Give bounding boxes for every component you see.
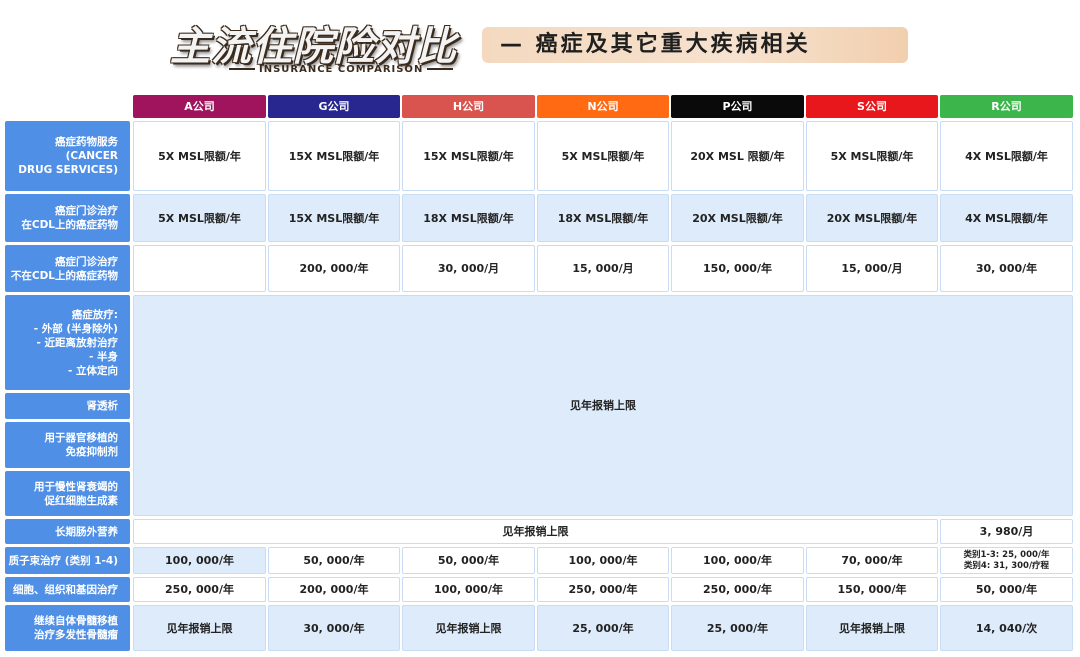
page-header: 主流住院险对比 INSURANCE COMPARISON — 癌症及其它重大疾病… bbox=[0, 0, 1080, 90]
cell-r3-a bbox=[133, 245, 266, 292]
row-label-proton-therapy: 质子束治疗 (类别 1-4) bbox=[5, 547, 130, 574]
row-label-cell-tissue-gene: 细胞、组织和基因治疗 bbox=[5, 577, 130, 602]
cell-r11-g: 30, 000/年 bbox=[268, 605, 400, 651]
company-header-a: A公司 bbox=[133, 95, 266, 118]
cell-r3-p: 150, 000/年 bbox=[671, 245, 804, 292]
section-banner: — 癌症及其它重大疾病相关 bbox=[482, 27, 908, 63]
company-header-r: R公司 bbox=[940, 95, 1073, 118]
cell-r11-n: 25, 000/年 bbox=[537, 605, 669, 651]
page-subtitle-english: INSURANCE COMPARISON bbox=[225, 64, 440, 76]
cell-r3-n: 15, 000/月 bbox=[537, 245, 669, 292]
cell-r10-g: 200, 000/年 bbox=[268, 577, 400, 602]
cell-r9-r: 类别1-3: 25, 000/年 类别4: 31, 300/疗程 bbox=[940, 547, 1073, 574]
row-label-dialysis: 肾透析 bbox=[5, 393, 130, 419]
cell-r2-s: 20X MSL限额/年 bbox=[806, 194, 938, 242]
cell-r11-p: 25, 000/年 bbox=[671, 605, 804, 651]
cell-r10-s: 150, 000/年 bbox=[806, 577, 938, 602]
cell-r1-h: 15X MSL限额/年 bbox=[402, 121, 535, 191]
row-label-cancer-outpatient-cdl: 癌症门诊治疗 在CDL上的癌症药物 bbox=[5, 194, 130, 242]
cell-r1-g: 15X MSL限额/年 bbox=[268, 121, 400, 191]
cell-r3-r: 30, 000/年 bbox=[940, 245, 1073, 292]
cell-r10-r: 50, 000/年 bbox=[940, 577, 1073, 602]
cell-r9-a: 100, 000/年 bbox=[133, 547, 266, 574]
cell-r2-r: 4X MSL限额/年 bbox=[940, 194, 1073, 242]
company-header-p: P公司 bbox=[671, 95, 804, 118]
cell-r10-a: 250, 000/年 bbox=[133, 577, 266, 602]
page-title: 主流住院险对比 bbox=[170, 24, 457, 70]
cell-r8-r: 3, 980/月 bbox=[940, 519, 1073, 544]
cell-r9-h: 50, 000/年 bbox=[402, 547, 535, 574]
cell-r2-n: 18X MSL限额/年 bbox=[537, 194, 669, 242]
company-header-n: N公司 bbox=[537, 95, 669, 118]
company-header-s: S公司 bbox=[806, 95, 938, 118]
cell-r9-p: 100, 000/年 bbox=[671, 547, 804, 574]
cell-r9-r-line2: 类别4: 31, 300/疗程 bbox=[963, 560, 1050, 571]
cell-r10-n: 250, 000/年 bbox=[537, 577, 669, 602]
merged-cell-r8: 见年报销上限 bbox=[133, 519, 938, 544]
cell-r11-r: 14, 040/次 bbox=[940, 605, 1073, 651]
cell-r1-s: 5X MSL限额/年 bbox=[806, 121, 938, 191]
row-label-cancer-drug-services: 癌症药物服务 (CANCER DRUG SERVICES) bbox=[5, 121, 130, 191]
cell-r3-s: 15, 000/月 bbox=[806, 245, 938, 292]
row-label-autologous-bone-marrow: 继续自体骨髓移植 治疗多发性骨髓瘤 bbox=[5, 605, 130, 651]
cell-r10-p: 250, 000/年 bbox=[671, 577, 804, 602]
cell-r1-r: 4X MSL限额/年 bbox=[940, 121, 1073, 191]
row-label-cancer-radiotherapy: 癌症放疗: - 外部 (半身除外) - 近距离放射治疗 - 半身 - 立体定向 bbox=[5, 295, 130, 390]
row-label-erythropoietin: 用于慢性肾衰竭的 促红细胞生成素 bbox=[5, 471, 130, 516]
cell-r9-g: 50, 000/年 bbox=[268, 547, 400, 574]
company-header-g: G公司 bbox=[268, 95, 400, 118]
cell-r3-h: 30, 000/月 bbox=[402, 245, 535, 292]
row-label-cancer-outpatient-non-cdl: 癌症门诊治疗 不在CDL上的癌症药物 bbox=[5, 245, 130, 292]
cell-r3-g: 200, 000/年 bbox=[268, 245, 400, 292]
company-header-h: H公司 bbox=[402, 95, 535, 118]
cell-r2-p: 20X MSL限额/年 bbox=[671, 194, 804, 242]
cell-r10-h: 100, 000/年 bbox=[402, 577, 535, 602]
cell-r9-s: 70, 000/年 bbox=[806, 547, 938, 574]
cell-r2-a: 5X MSL限额/年 bbox=[133, 194, 266, 242]
cell-r9-n: 100, 000/年 bbox=[537, 547, 669, 574]
cell-r2-h: 18X MSL限额/年 bbox=[402, 194, 535, 242]
cell-r11-s: 见年报销上限 bbox=[806, 605, 938, 651]
cell-r11-h: 见年报销上限 bbox=[402, 605, 535, 651]
cell-r9-r-line1: 类别1-3: 25, 000/年 bbox=[963, 549, 1050, 560]
cell-r1-a: 5X MSL限额/年 bbox=[133, 121, 266, 191]
cell-r1-n: 5X MSL限额/年 bbox=[537, 121, 669, 191]
cell-r11-a: 见年报销上限 bbox=[133, 605, 266, 651]
cell-r2-g: 15X MSL限额/年 bbox=[268, 194, 400, 242]
row-label-parenteral-nutrition: 长期肠外营养 bbox=[5, 519, 130, 544]
merged-cell-annual-limit: 见年报销上限 bbox=[133, 295, 1073, 516]
cell-r1-p: 20X MSL 限额/年 bbox=[671, 121, 804, 191]
row-label-immunosuppressants: 用于器官移植的 免疫抑制剂 bbox=[5, 422, 130, 468]
